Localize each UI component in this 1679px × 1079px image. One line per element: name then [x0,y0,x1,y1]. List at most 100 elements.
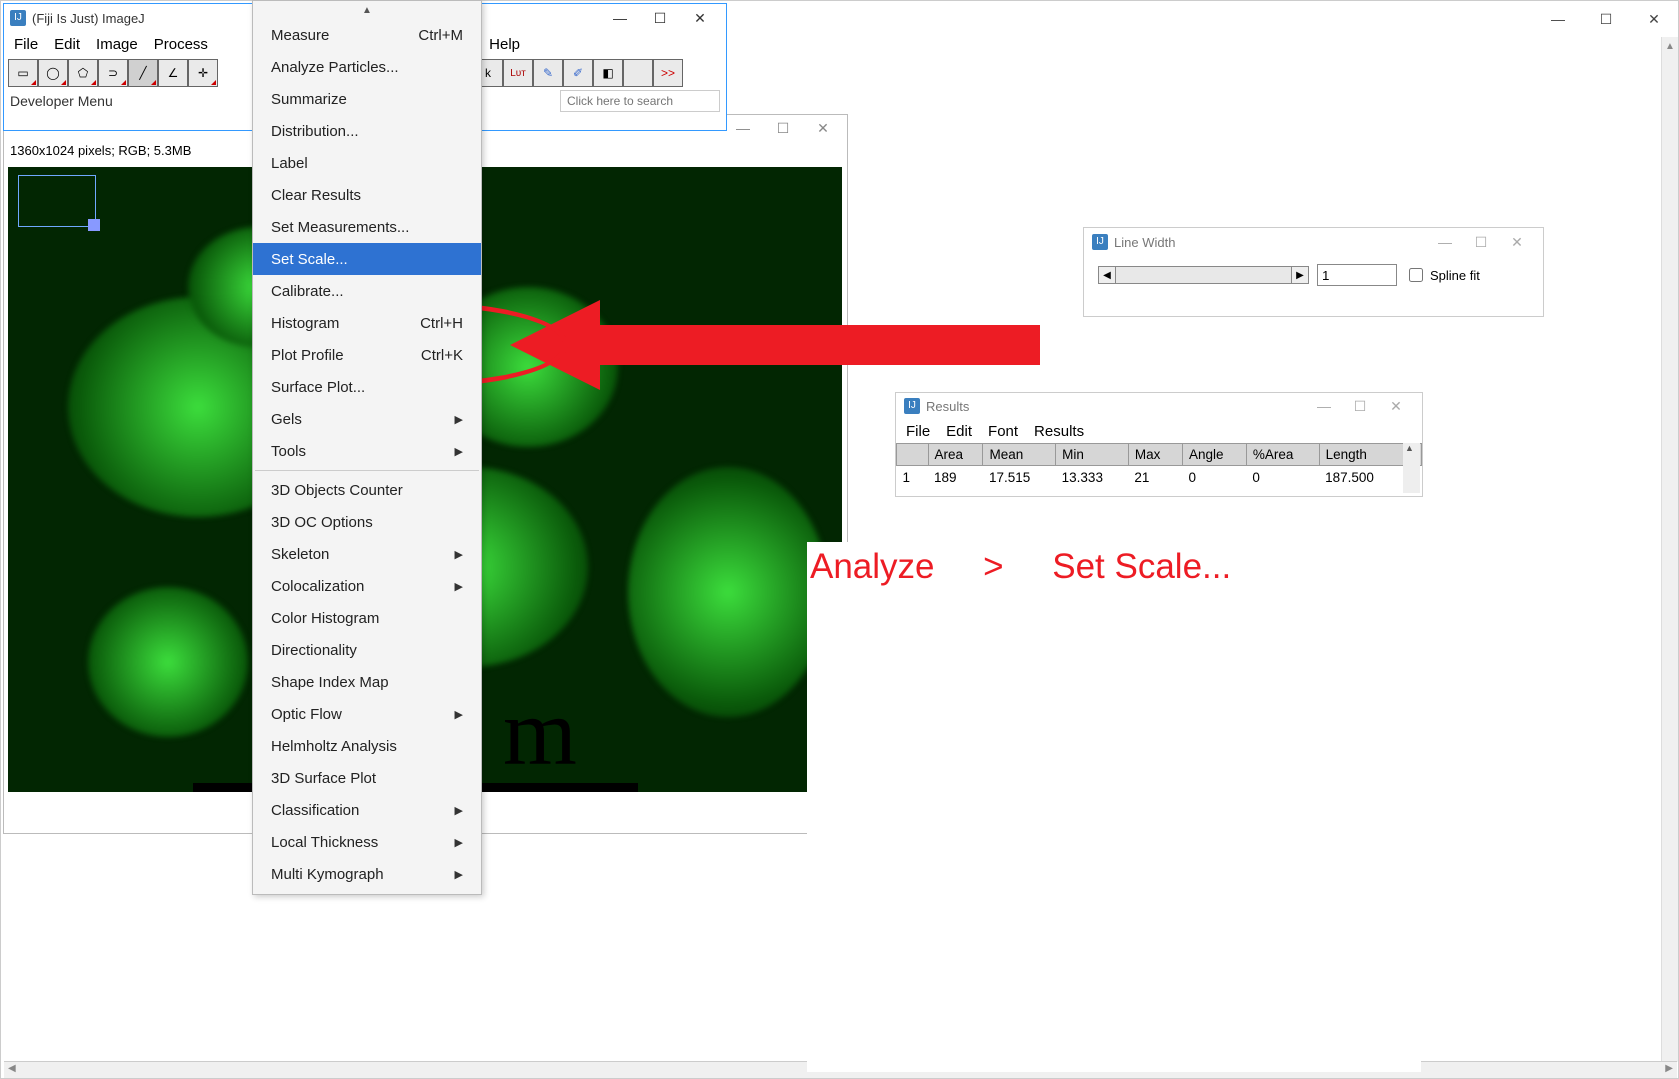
menu-help[interactable]: Help [489,36,520,53]
oval-icon: ◯ [46,66,59,80]
results-minimize-button[interactable]: — [1306,395,1342,417]
imagej-close-button[interactable]: ✕ [680,6,720,30]
menu-item-3d-surface-plot[interactable]: 3D Surface Plot [253,762,481,794]
search-input[interactable] [560,90,720,112]
breadcrumb-target: Set Scale... [1052,547,1231,586]
menu-item-multi-kymograph[interactable]: Multi Kymograph▶ [253,858,481,890]
menu-item-calibrate[interactable]: Calibrate... [253,275,481,307]
outer-maximize-button[interactable]: ☐ [1582,1,1630,37]
menu-item-summarize[interactable]: Summarize [253,83,481,115]
image-maximize-button[interactable]: ☐ [763,110,803,146]
menu-item-plot-profile[interactable]: Plot ProfileCtrl+K [253,339,481,371]
table-cell: 0 [1246,466,1319,490]
line-width-titlebar: IJ Line Width — ☐ ✕ [1084,228,1543,256]
results-header-max[interactable]: Max [1128,444,1182,466]
roi-resize-handle[interactable] [88,219,100,231]
slider-track[interactable] [1116,266,1291,284]
menu-item-label: Tools [271,443,306,460]
results-close-button[interactable]: ✕ [1378,395,1414,417]
outer-close-button[interactable]: ✕ [1630,1,1678,37]
menu-item-analyze-particles[interactable]: Analyze Particles... [253,51,481,83]
tool-brush[interactable]: ✐ [563,59,593,87]
menu-item-surface-plot[interactable]: Surface Plot... [253,371,481,403]
results-menu-edit[interactable]: Edit [946,423,972,440]
table-cell: 1 [897,466,929,490]
results-header-angle[interactable]: Angle [1182,444,1246,466]
results-header--area[interactable]: %Area [1246,444,1319,466]
line-width-minimize-button[interactable]: — [1427,231,1463,253]
menu-process[interactable]: Process [154,36,208,53]
slider-right-button[interactable]: ▶ [1291,266,1309,284]
tool-rectangle[interactable]: ▭ [8,59,38,87]
tool-pencil[interactable]: ✎ [533,59,563,87]
tool-oval[interactable]: ◯ [38,59,68,87]
menu-item-tools[interactable]: Tools▶ [253,435,481,467]
menu-edit[interactable]: Edit [54,36,80,53]
imagej-maximize-button[interactable]: ☐ [640,6,680,30]
tool-point[interactable]: ✛ [188,59,218,87]
tool-freehand[interactable]: ⊃ [98,59,128,87]
menu-item-distribution[interactable]: Distribution... [253,115,481,147]
tool-more[interactable]: >> [653,59,683,87]
menu-item-measure[interactable]: MeasureCtrl+M [253,19,481,51]
results-header-row: AreaMeanMinMaxAngle%AreaLength [897,444,1422,466]
menu-item-skeleton[interactable]: Skeleton▶ [253,538,481,570]
menu-item-shape-index-map[interactable]: Shape Index Map [253,666,481,698]
line-width-input[interactable] [1317,264,1397,286]
spline-fit-checkbox[interactable]: Spline fit [1405,265,1480,285]
menu-item-optic-flow[interactable]: Optic Flow▶ [253,698,481,730]
roi-selection[interactable] [18,175,96,227]
line-width-slider[interactable]: ◀ ▶ [1098,266,1309,284]
menu-item-gels[interactable]: Gels▶ [253,403,481,435]
tool-eraser[interactable]: ◧ [593,59,623,87]
outer-minimize-button[interactable]: — [1534,1,1582,37]
line-width-window: IJ Line Width — ☐ ✕ ◀ ▶ Spline fit [1083,227,1544,317]
vertical-scrollbar[interactable] [1661,37,1678,1062]
results-header-mean[interactable]: Mean [983,444,1056,466]
results-scrollbar[interactable] [1403,443,1420,493]
tool-polygon[interactable]: ⬠ [68,59,98,87]
menu-item-classification[interactable]: Classification▶ [253,794,481,826]
tool-lut[interactable]: Lᴜᴛ [503,59,533,87]
results-maximize-button[interactable]: ☐ [1342,395,1378,417]
menu-file[interactable]: File [14,36,38,53]
results-header-area[interactable]: Area [928,444,983,466]
imagej-minimize-button[interactable]: — [600,6,640,30]
line-width-maximize-button[interactable]: ☐ [1463,231,1499,253]
spline-fit-input[interactable] [1409,268,1423,282]
results-header-length[interactable]: Length [1319,444,1408,466]
results-header-min[interactable]: Min [1056,444,1129,466]
menu-scroll-up-icon[interactable]: ▲ [253,5,481,19]
menu-item-set-measurements[interactable]: Set Measurements... [253,211,481,243]
menu-item-3d-oc-options[interactable]: 3D OC Options [253,506,481,538]
image-minimize-button[interactable]: — [723,110,763,146]
menu-item-clear-results[interactable]: Clear Results [253,179,481,211]
menu-item-local-thickness[interactable]: Local Thickness▶ [253,826,481,858]
breadcrumb-separator: > [983,547,1003,586]
point-icon: ✛ [198,66,208,80]
menu-item-color-histogram[interactable]: Color Histogram [253,602,481,634]
image-close-button[interactable]: ✕ [803,110,843,146]
menu-item-label[interactable]: Label [253,147,481,179]
menu-image[interactable]: Image [96,36,138,53]
menu-item-helmholtz-analysis[interactable]: Helmholtz Analysis [253,730,481,762]
results-header-index[interactable] [897,444,929,466]
menu-item-3d-objects-counter[interactable]: 3D Objects Counter [253,474,481,506]
tool-line[interactable]: ╱ [128,59,158,87]
menu-item-set-scale[interactable]: Set Scale... [253,243,481,275]
results-menu-file[interactable]: File [906,423,930,440]
menu-item-colocalization[interactable]: Colocalization▶ [253,570,481,602]
menu-item-histogram[interactable]: HistogramCtrl+H [253,307,481,339]
tool-blank[interactable] [623,59,653,87]
results-menu-results[interactable]: Results [1034,423,1084,440]
line-width-app-icon: IJ [1092,234,1108,250]
line-width-close-button[interactable]: ✕ [1499,231,1535,253]
results-app-icon: IJ [904,398,920,414]
tool-angle[interactable]: ∠ [158,59,188,87]
menu-item-shortcut: Ctrl+H [420,315,463,332]
results-menu-font[interactable]: Font [988,423,1018,440]
menu-item-directionality[interactable]: Directionality [253,634,481,666]
results-table: AreaMeanMinMaxAngle%AreaLength 118917.51… [896,443,1422,489]
table-row[interactable]: 118917.51513.3332100187.500 [897,466,1422,490]
slider-left-button[interactable]: ◀ [1098,266,1116,284]
